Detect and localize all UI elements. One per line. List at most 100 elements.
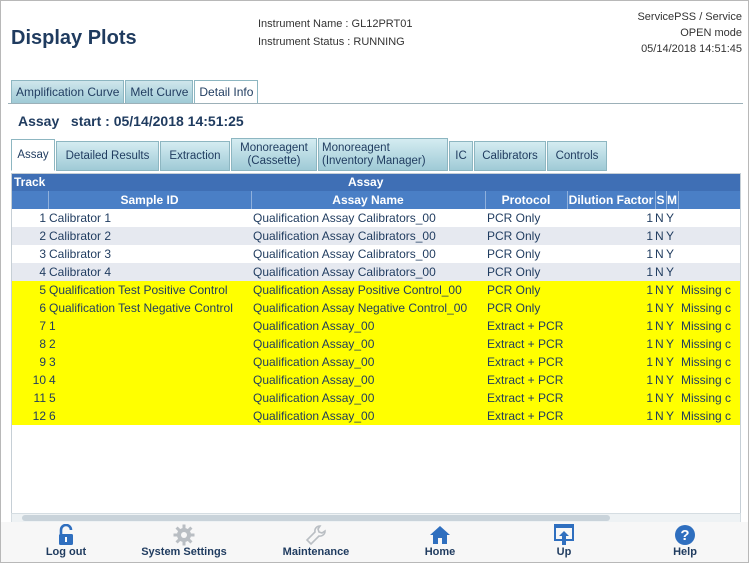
up-label: Up <box>556 546 572 558</box>
page-title: Display Plots <box>11 27 137 49</box>
cell-track: 5 <box>39 283 46 297</box>
cell-assay: Qualification Assay_00 <box>253 355 375 369</box>
cell-dil: 1 <box>646 319 653 333</box>
cell-assay: Qualification Assay_00 <box>253 391 375 405</box>
tab-monoreagent-inventory[interactable]: Monoreagent (Inventory Manager) <box>318 138 448 171</box>
table-row[interactable]: 8 2 Qualification Assay_00 Extract + PCR 1 N Y… <box>12 335 740 353</box>
cell-track: 2 <box>39 229 46 243</box>
table-row[interactable]: 6 Qualification Test Negative Control Qual… <box>12 299 740 317</box>
cell-s: N <box>655 283 664 297</box>
tab-monoreagent-cassette[interactable]: Monoreagent (Cassette) <box>231 138 317 171</box>
sub-tabs: Assay Detailed Results Extraction Monore… <box>11 138 608 171</box>
col-track[interactable] <box>12 191 49 209</box>
up-arrow-icon <box>554 524 574 545</box>
cell-m: Y <box>666 283 675 297</box>
cell-track: 3 <box>39 247 46 261</box>
tab-ic[interactable]: IC <box>449 141 473 171</box>
group-track: Track <box>14 175 46 189</box>
col-sample-id[interactable]: Sample ID <box>48 191 252 209</box>
tab-detail-info[interactable]: Detail Info <box>194 80 259 104</box>
col-protocol[interactable]: Protocol <box>485 191 568 209</box>
cell-m: Y <box>666 373 675 387</box>
cell-s: N <box>655 247 664 261</box>
datetime-label: 05/14/2018 14:51:45 <box>641 43 742 55</box>
header: Display Plots Instrument Name : GL12PRT0… <box>1 1 748 79</box>
cell-m: Y <box>666 409 675 423</box>
cell-sample: 2 <box>49 337 56 351</box>
table-group-header: Track Assay <box>12 174 740 191</box>
col-assay-name[interactable]: Assay Name <box>251 191 486 209</box>
cell-protocol: Extract + PCR <box>487 391 564 405</box>
cell-protocol: Extract + PCR <box>487 409 564 423</box>
table-row[interactable]: 9 3 Qualification Assay_00 Extract + PCR 1 N Y… <box>12 353 740 371</box>
cell-protocol: PCR Only <box>487 265 541 279</box>
scrollbar-thumb[interactable] <box>22 515 610 521</box>
cell-protocol: PCR Only <box>487 301 541 315</box>
cell-dil: 1 <box>646 283 653 297</box>
cell-assay: Qualification Assay_00 <box>253 409 375 423</box>
cell-protocol: Extract + PCR <box>487 337 564 351</box>
col-dilution-factor[interactable]: Dilution Factor <box>567 191 656 209</box>
cell-m: Y <box>666 265 675 279</box>
maintenance-button[interactable]: Maintenance <box>266 524 366 562</box>
table-row[interactable]: 10 4 Qualification Assay_00 Extract + PCR 1 N… <box>12 371 740 389</box>
cell-assay: Qualification Assay Calibrators_00 <box>253 229 436 243</box>
cell-dil: 1 <box>646 247 653 261</box>
table-row[interactable]: 11 5 Qualification Assay_00 Extract + PCR 1 N… <box>12 389 740 407</box>
tab-melt-curve[interactable]: Melt Curve <box>125 80 194 104</box>
table-row[interactable]: 5 Qualification Test Positive Control Qual… <box>12 281 740 299</box>
logout-button[interactable]: Log out <box>16 524 116 562</box>
cell-dil: 1 <box>646 355 653 369</box>
up-button[interactable]: Up <box>514 524 614 562</box>
cell-extra: Missing c <box>681 373 732 387</box>
tab-label-line1: Monoreagent <box>240 141 308 154</box>
help-label: Help <box>673 546 697 558</box>
cell-protocol: PCR Only <box>487 229 541 243</box>
tab-detailed-results[interactable]: Detailed Results <box>56 141 159 171</box>
table-row[interactable]: 3 Calibrator 3 Qualification Assay Calibra… <box>12 245 740 263</box>
tab-calibrators[interactable]: Calibrators <box>474 141 546 171</box>
cell-track: 8 <box>39 337 46 351</box>
table-row[interactable]: 12 6 Qualification Assay_00 Extract + PCR 1 N… <box>12 407 740 425</box>
system-settings-label: System Settings <box>141 546 227 558</box>
cell-track: 11 <box>33 391 46 405</box>
session-info: ServicePSS / Service OPEN mode 05/14/201… <box>637 9 742 57</box>
svg-text:?: ? <box>680 527 689 544</box>
group-assay: Assay <box>348 175 384 189</box>
table-row[interactable]: 2 Calibrator 2 Qualification Assay Calibra… <box>12 227 740 245</box>
home-button[interactable]: Home <box>390 524 490 562</box>
cell-s: N <box>655 229 664 243</box>
cell-extra: Missing c <box>681 319 732 333</box>
table-column-header: Sample ID Assay Name Protocol Dilution F… <box>12 191 740 209</box>
cell-dil: 1 <box>646 265 653 279</box>
tab-controls[interactable]: Controls <box>547 141 607 171</box>
cell-extra: Missing c <box>681 391 732 405</box>
col-extra[interactable] <box>678 191 740 209</box>
home-label: Home <box>424 546 456 558</box>
cell-sample: Calibrator 2 <box>49 229 112 243</box>
table-row[interactable]: 1 Calibrator 1 Qualification Assay Calibra… <box>12 209 740 227</box>
tab-extraction[interactable]: Extraction <box>160 141 230 171</box>
cell-extra: Missing c <box>681 409 732 423</box>
tab-label-line2: (Cassette) <box>247 154 301 167</box>
table-row[interactable]: 7 1 Qualification Assay_00 Extract + PCR 1 N Y… <box>12 317 740 335</box>
tab-assay[interactable]: Assay <box>11 139 55 171</box>
cell-s: N <box>655 373 664 387</box>
help-button[interactable]: ? Help <box>635 524 735 562</box>
cell-s: N <box>655 355 664 369</box>
cell-m: Y <box>666 391 675 405</box>
cell-track: 4 <box>39 265 46 279</box>
table-row[interactable]: 4 Calibrator 4 Qualification Assay Calibra… <box>12 263 740 281</box>
gear-icon <box>173 524 195 546</box>
home-icon <box>430 526 450 544</box>
cell-track: 7 <box>39 319 46 333</box>
tab-amplification-curve[interactable]: Amplification Curve <box>11 80 125 104</box>
cell-extra: Missing c <box>681 301 732 315</box>
cell-sample: 6 <box>49 409 56 423</box>
cell-dil: 1 <box>646 391 653 405</box>
cell-extra: Missing c <box>681 355 732 369</box>
mode-label: OPEN mode <box>680 27 742 39</box>
instrument-name: Instrument Name : GL12PRT01 <box>258 18 413 30</box>
cell-s: N <box>655 337 664 351</box>
system-settings-button[interactable]: System Settings <box>134 524 234 562</box>
